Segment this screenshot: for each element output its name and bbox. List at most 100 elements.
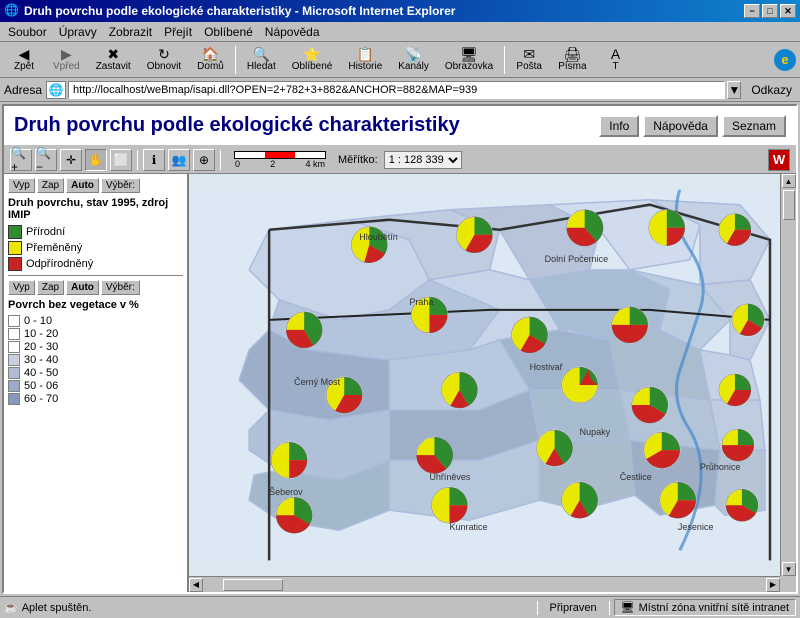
refresh-button[interactable]: ↻ Obnovit bbox=[140, 44, 188, 76]
info-tool-button[interactable]: ℹ bbox=[143, 149, 165, 171]
maximize-button[interactable]: □ bbox=[762, 4, 778, 18]
scale-select[interactable]: 1 : 128 339 bbox=[384, 151, 462, 169]
zoom-out-button[interactable]: 🔍− bbox=[35, 149, 57, 171]
legend-check-label-5: 50 - 06 bbox=[24, 380, 58, 392]
legend-item-premeneny: Přeměněný bbox=[8, 241, 183, 255]
map-toolbar-sep-2 bbox=[220, 150, 221, 170]
menu-go[interactable]: Přejít bbox=[158, 23, 198, 41]
legend-zap-1[interactable]: Zap bbox=[37, 178, 64, 193]
stop-icon: ✖ bbox=[107, 47, 119, 61]
measure-button[interactable]: 👥 bbox=[168, 149, 190, 171]
pan-hand-button[interactable]: ✋ bbox=[85, 149, 107, 171]
zoom-in-button[interactable]: 🔍+ bbox=[10, 149, 32, 171]
address-icon: 🌐 bbox=[46, 81, 66, 99]
page-title: Druh povrchu podle ekologické charakteri… bbox=[14, 114, 460, 137]
pie-chart-24 bbox=[660, 482, 696, 518]
legend-vyp-1[interactable]: Vyp bbox=[8, 178, 35, 193]
svg-text:Nupaky: Nupaky bbox=[580, 427, 611, 437]
scroll-thumb-v[interactable] bbox=[783, 190, 795, 220]
legend-check-item-6: 60 - 70 bbox=[8, 393, 183, 405]
scroll-up-button[interactable]: ▲ bbox=[782, 174, 796, 188]
scroll-right-button[interactable]: ▶ bbox=[766, 578, 780, 592]
print-label: Písma bbox=[558, 61, 586, 72]
w-button[interactable]: W bbox=[768, 149, 790, 171]
links-button[interactable]: Odkazy bbox=[747, 82, 796, 98]
scale-labels: 0 2 4 km bbox=[235, 159, 325, 169]
pie-chart-21 bbox=[276, 497, 312, 533]
fullscreen-label: Obrazovka bbox=[445, 61, 493, 72]
stop-button[interactable]: ✖ Zastavit bbox=[89, 44, 138, 76]
legend-swatch-odprirodny bbox=[8, 257, 22, 271]
legend-item-odprirodny: Odpřírodněný bbox=[8, 257, 183, 271]
mail-button[interactable]: ✉ Pošta bbox=[509, 44, 549, 76]
address-go-button[interactable]: ▼ bbox=[727, 81, 741, 99]
legend-item-prirodni: Přírodní bbox=[8, 225, 183, 239]
pan-cross-button[interactable]: ✛ bbox=[60, 149, 82, 171]
scroll-thumb-h[interactable] bbox=[223, 579, 283, 591]
channels-button[interactable]: 📡 Kanály bbox=[391, 44, 436, 76]
legend-vybyr-1[interactable]: Výběr: bbox=[101, 178, 140, 193]
home-icon: 🏠 bbox=[202, 47, 219, 61]
scale-seg-1 bbox=[265, 152, 295, 158]
zoom-rect-button[interactable]: ⬜ bbox=[110, 149, 132, 171]
pie-chart-16 bbox=[271, 442, 307, 478]
legend-swatch-premeneny bbox=[8, 241, 22, 255]
menu-file[interactable]: Soubor bbox=[2, 23, 53, 41]
fullscreen-icon: 🖥 bbox=[460, 47, 478, 61]
ie-window-icon: 🌐 bbox=[4, 3, 20, 19]
status-applet-text: Aplet spuštěn. bbox=[22, 602, 92, 614]
horizontal-scrollbar[interactable]: ◀ ▶ bbox=[189, 576, 780, 592]
map-area[interactable]: Hloubětín Dolní Počernice Praha Černý Mo… bbox=[189, 174, 796, 592]
menu-help[interactable]: Nápověda bbox=[259, 23, 326, 41]
crosshair-button[interactable]: ⊕ bbox=[193, 149, 215, 171]
help-button[interactable]: Nápověda bbox=[643, 115, 718, 137]
scroll-left-button[interactable]: ◀ bbox=[189, 578, 203, 592]
status-divider-2 bbox=[609, 601, 610, 615]
address-input[interactable] bbox=[68, 81, 725, 99]
scroll-corner bbox=[780, 576, 796, 592]
legend-check-label-0: 0 - 10 bbox=[24, 315, 52, 327]
pie-chart-19 bbox=[644, 432, 680, 468]
menu-edit[interactable]: Úpravy bbox=[53, 23, 103, 41]
info-button[interactable]: Info bbox=[599, 115, 639, 137]
menu-favorites[interactable]: Oblíbené bbox=[198, 23, 259, 41]
legend-vybyr-2[interactable]: Výběr: bbox=[101, 280, 140, 295]
home-button[interactable]: 🏠 Domů bbox=[190, 44, 231, 76]
legend-vyp-2[interactable]: Vyp bbox=[8, 280, 35, 295]
menu-view[interactable]: Zobrazit bbox=[103, 23, 158, 41]
history-button[interactable]: 📋 Historie bbox=[341, 44, 389, 76]
search-button[interactable]: 🔍 Hledat bbox=[240, 44, 283, 76]
history-icon: 📋 bbox=[357, 47, 374, 61]
font-icon: A bbox=[611, 47, 620, 61]
close-button[interactable]: ✕ bbox=[780, 4, 796, 18]
legend-auto-1[interactable]: Auto bbox=[66, 178, 99, 193]
legend-section2-title: Povrch bez vegetace v % bbox=[8, 299, 183, 311]
svg-text:Uhříněves: Uhříněves bbox=[429, 472, 471, 482]
list-button[interactable]: Seznam bbox=[722, 115, 786, 137]
scroll-down-button[interactable]: ▼ bbox=[782, 562, 796, 576]
refresh-icon: ↻ bbox=[158, 47, 170, 61]
legend-zap-2[interactable]: Zap bbox=[37, 280, 64, 295]
back-button[interactable]: ◀ Zpět bbox=[4, 44, 44, 76]
legend-auto-2[interactable]: Auto bbox=[66, 280, 99, 295]
minimize-button[interactable]: − bbox=[744, 4, 760, 18]
legend-check-label-3: 30 - 40 bbox=[24, 354, 58, 366]
pie-chart-14 bbox=[632, 387, 668, 423]
pie-chart-9 bbox=[612, 307, 648, 343]
fullscreen-button[interactable]: 🖥 Obrazovka bbox=[438, 44, 500, 76]
legend-check-label-1: 10 - 20 bbox=[24, 328, 58, 340]
favorites-button[interactable]: ⭐ Oblíbené bbox=[285, 44, 340, 76]
vertical-scrollbar[interactable]: ▲ ▼ bbox=[780, 174, 796, 576]
legend-check-3 bbox=[8, 354, 20, 366]
print-button[interactable]: 🖨 Písma bbox=[551, 44, 593, 76]
pie-chart-15 bbox=[719, 374, 751, 406]
history-label: Historie bbox=[348, 61, 382, 72]
main-window: Druh povrchu podle ekologické charakteri… bbox=[2, 104, 798, 594]
pie-chart-10 bbox=[732, 304, 764, 336]
window-controls: − □ ✕ bbox=[744, 4, 796, 18]
font-button[interactable]: A T bbox=[596, 44, 636, 76]
address-label: Adresa bbox=[4, 83, 42, 97]
legend-check-5 bbox=[8, 380, 20, 392]
forward-button[interactable]: ▶ Vpřed bbox=[46, 44, 87, 76]
status-bar: ☕ Aplet spuštěn. Připraven 🖥 Místní zóna… bbox=[0, 596, 800, 618]
